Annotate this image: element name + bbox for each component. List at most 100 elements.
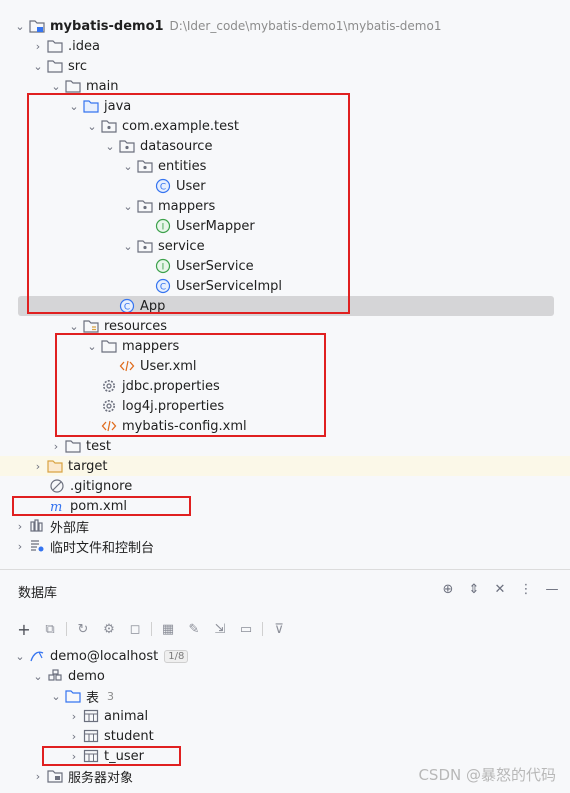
chevron-down-icon[interactable]: ⌄	[30, 670, 46, 683]
entities-label: entities	[158, 158, 207, 174]
schema-icon	[46, 668, 64, 684]
chevron-down-icon[interactable]: ⌄	[48, 690, 64, 703]
db-tables-folder[interactable]: ⌄ 表 3	[0, 686, 570, 706]
chevron-down-icon[interactable]: ⌄	[84, 340, 100, 353]
class-icon: C	[118, 298, 136, 314]
tree-item-user-mapper[interactable]: I UserMapper	[0, 216, 570, 236]
copy-icon[interactable]: ⧉	[40, 619, 60, 639]
tables-folder-label: 表	[86, 690, 100, 706]
settings-icon[interactable]: ⚙	[99, 619, 119, 639]
chevron-right-icon[interactable]: ›	[66, 750, 82, 763]
tree-item-java[interactable]: ⌄ java	[0, 96, 570, 116]
chevron-down-icon[interactable]: ⌄	[12, 20, 28, 33]
db-table-row[interactable]: › t_user	[0, 746, 570, 766]
tree-root[interactable]: ⌄ mybatis-demo1 D:\Ider_code\mybatis-dem…	[0, 16, 570, 36]
folder-icon	[64, 438, 82, 454]
folder-icon	[100, 338, 118, 354]
class-icon: C	[154, 278, 172, 294]
chevron-right-icon[interactable]: ›	[30, 770, 46, 783]
user-service-impl-label: UserServiceImpl	[176, 278, 283, 294]
jump-icon[interactable]: ⇲	[210, 619, 230, 639]
folder-icon	[64, 78, 82, 94]
chevron-down-icon[interactable]: ⌄	[84, 120, 100, 133]
tree-item-app[interactable]: C App	[18, 296, 554, 316]
tree-item-user-service-impl[interactable]: C UserServiceImpl	[0, 276, 570, 296]
console-icon[interactable]: ▭	[236, 619, 256, 639]
close-icon[interactable]: ✕	[492, 581, 508, 597]
stop-icon[interactable]: ◻	[125, 619, 145, 639]
chevron-down-icon[interactable]: ⌄	[120, 240, 136, 253]
crosshair-icon[interactable]: ⊕	[440, 581, 456, 597]
table-icon[interactable]: ▦	[158, 619, 178, 639]
table-name: student	[104, 728, 154, 744]
maven-icon: m	[48, 498, 66, 514]
panel-header-actions: ⊕ ⇕ ✕ ⋮ —	[440, 581, 560, 597]
table-icon	[82, 728, 100, 744]
tree-item-user-service[interactable]: I UserService	[0, 256, 570, 276]
refresh-icon[interactable]: ↻	[73, 619, 93, 639]
tree-item-gitignore[interactable]: .gitignore	[0, 476, 570, 496]
edit-icon[interactable]: ✎	[184, 619, 204, 639]
source-folder-icon	[82, 98, 100, 114]
tree-item-pom[interactable]: m pom.xml	[0, 496, 570, 516]
chevron-down-icon[interactable]: ⌄	[120, 160, 136, 173]
tree-item-package[interactable]: ⌄ com.example.test	[0, 116, 570, 136]
pom-label: pom.xml	[70, 498, 127, 514]
tree-item-entities[interactable]: ⌄ entities	[0, 156, 570, 176]
chevron-down-icon[interactable]: ⌄	[66, 320, 82, 333]
chevron-right-icon[interactable]: ›	[12, 540, 28, 553]
db-schema[interactable]: ⌄ demo	[0, 666, 570, 686]
tree-item-log4j-props[interactable]: log4j.properties	[0, 396, 570, 416]
package-icon	[136, 198, 154, 214]
db-table-row[interactable]: › animal	[0, 706, 570, 726]
service-label: service	[158, 238, 205, 254]
chevron-right-icon[interactable]: ›	[66, 710, 82, 723]
chevron-right-icon[interactable]: ›	[66, 730, 82, 743]
toolbar-separator	[66, 622, 67, 636]
server-objects-label: 服务器对象	[68, 770, 134, 786]
db-connection[interactable]: ⌄ demo@localhost 1/8	[0, 646, 570, 666]
table-icon	[82, 708, 100, 724]
tree-item-service[interactable]: ⌄ service	[0, 236, 570, 256]
chevron-right-icon[interactable]: ›	[30, 460, 46, 473]
chevron-down-icon[interactable]: ⌄	[48, 80, 64, 93]
external-libs-label: 外部库	[50, 520, 90, 536]
tree-item-main[interactable]: ⌄ main	[0, 76, 570, 96]
tree-item-mybatis-config[interactable]: mybatis-config.xml	[0, 416, 570, 436]
tree-item-jdbc-props[interactable]: jdbc.properties	[0, 376, 570, 396]
mysql-icon	[28, 648, 46, 664]
tree-item-target[interactable]: › target	[0, 456, 570, 476]
tree-item-datasource[interactable]: ⌄ datasource	[0, 136, 570, 156]
chevron-down-icon[interactable]: ⌄	[30, 60, 46, 73]
more-options-icon[interactable]: ⋮	[518, 581, 534, 597]
database-panel-title: 数据库	[18, 586, 58, 601]
tree-item-external-libs[interactable]: › 外部库	[0, 516, 570, 536]
minimize-icon[interactable]: —	[544, 581, 560, 597]
tree-item-scratches[interactable]: › 临时文件和控制台	[0, 536, 570, 556]
idea-text: idea	[72, 38, 100, 54]
tree-item-user-xml[interactable]: User.xml	[0, 356, 570, 376]
tree-item-src[interactable]: ⌄ src	[0, 56, 570, 76]
chevron-down-icon[interactable]: ⌄	[102, 140, 118, 153]
filter-icon[interactable]: ⊽	[269, 619, 289, 639]
chevron-down-icon[interactable]: ⌄	[120, 200, 136, 213]
package-icon	[136, 238, 154, 254]
add-icon[interactable]: +	[14, 619, 34, 639]
tree-item-user-class[interactable]: C User	[0, 176, 570, 196]
user-service-label: UserService	[176, 258, 254, 274]
chevron-right-icon[interactable]: ›	[30, 40, 46, 53]
chevron-right-icon[interactable]: ›	[12, 520, 28, 533]
folder-icon	[64, 688, 82, 704]
chevron-down-icon[interactable]: ⌄	[12, 650, 28, 663]
watermark: CSDN @暴怒的代码	[418, 766, 556, 784]
tree-item-test[interactable]: › test	[0, 436, 570, 456]
chevron-down-icon[interactable]: ⌄	[66, 100, 82, 113]
expand-collapse-icon[interactable]: ⇕	[466, 581, 482, 597]
chevron-right-icon[interactable]: ›	[48, 440, 64, 453]
db-table-row[interactable]: › student	[0, 726, 570, 746]
tree-item-mappers-pkg[interactable]: ⌄ mappers	[0, 196, 570, 216]
svg-text:I: I	[162, 263, 165, 273]
tree-item-resources[interactable]: ⌄ resources	[0, 316, 570, 336]
tree-item-res-mappers[interactable]: ⌄ mappers	[0, 336, 570, 356]
tree-item-idea[interactable]: › .idea	[0, 36, 570, 56]
